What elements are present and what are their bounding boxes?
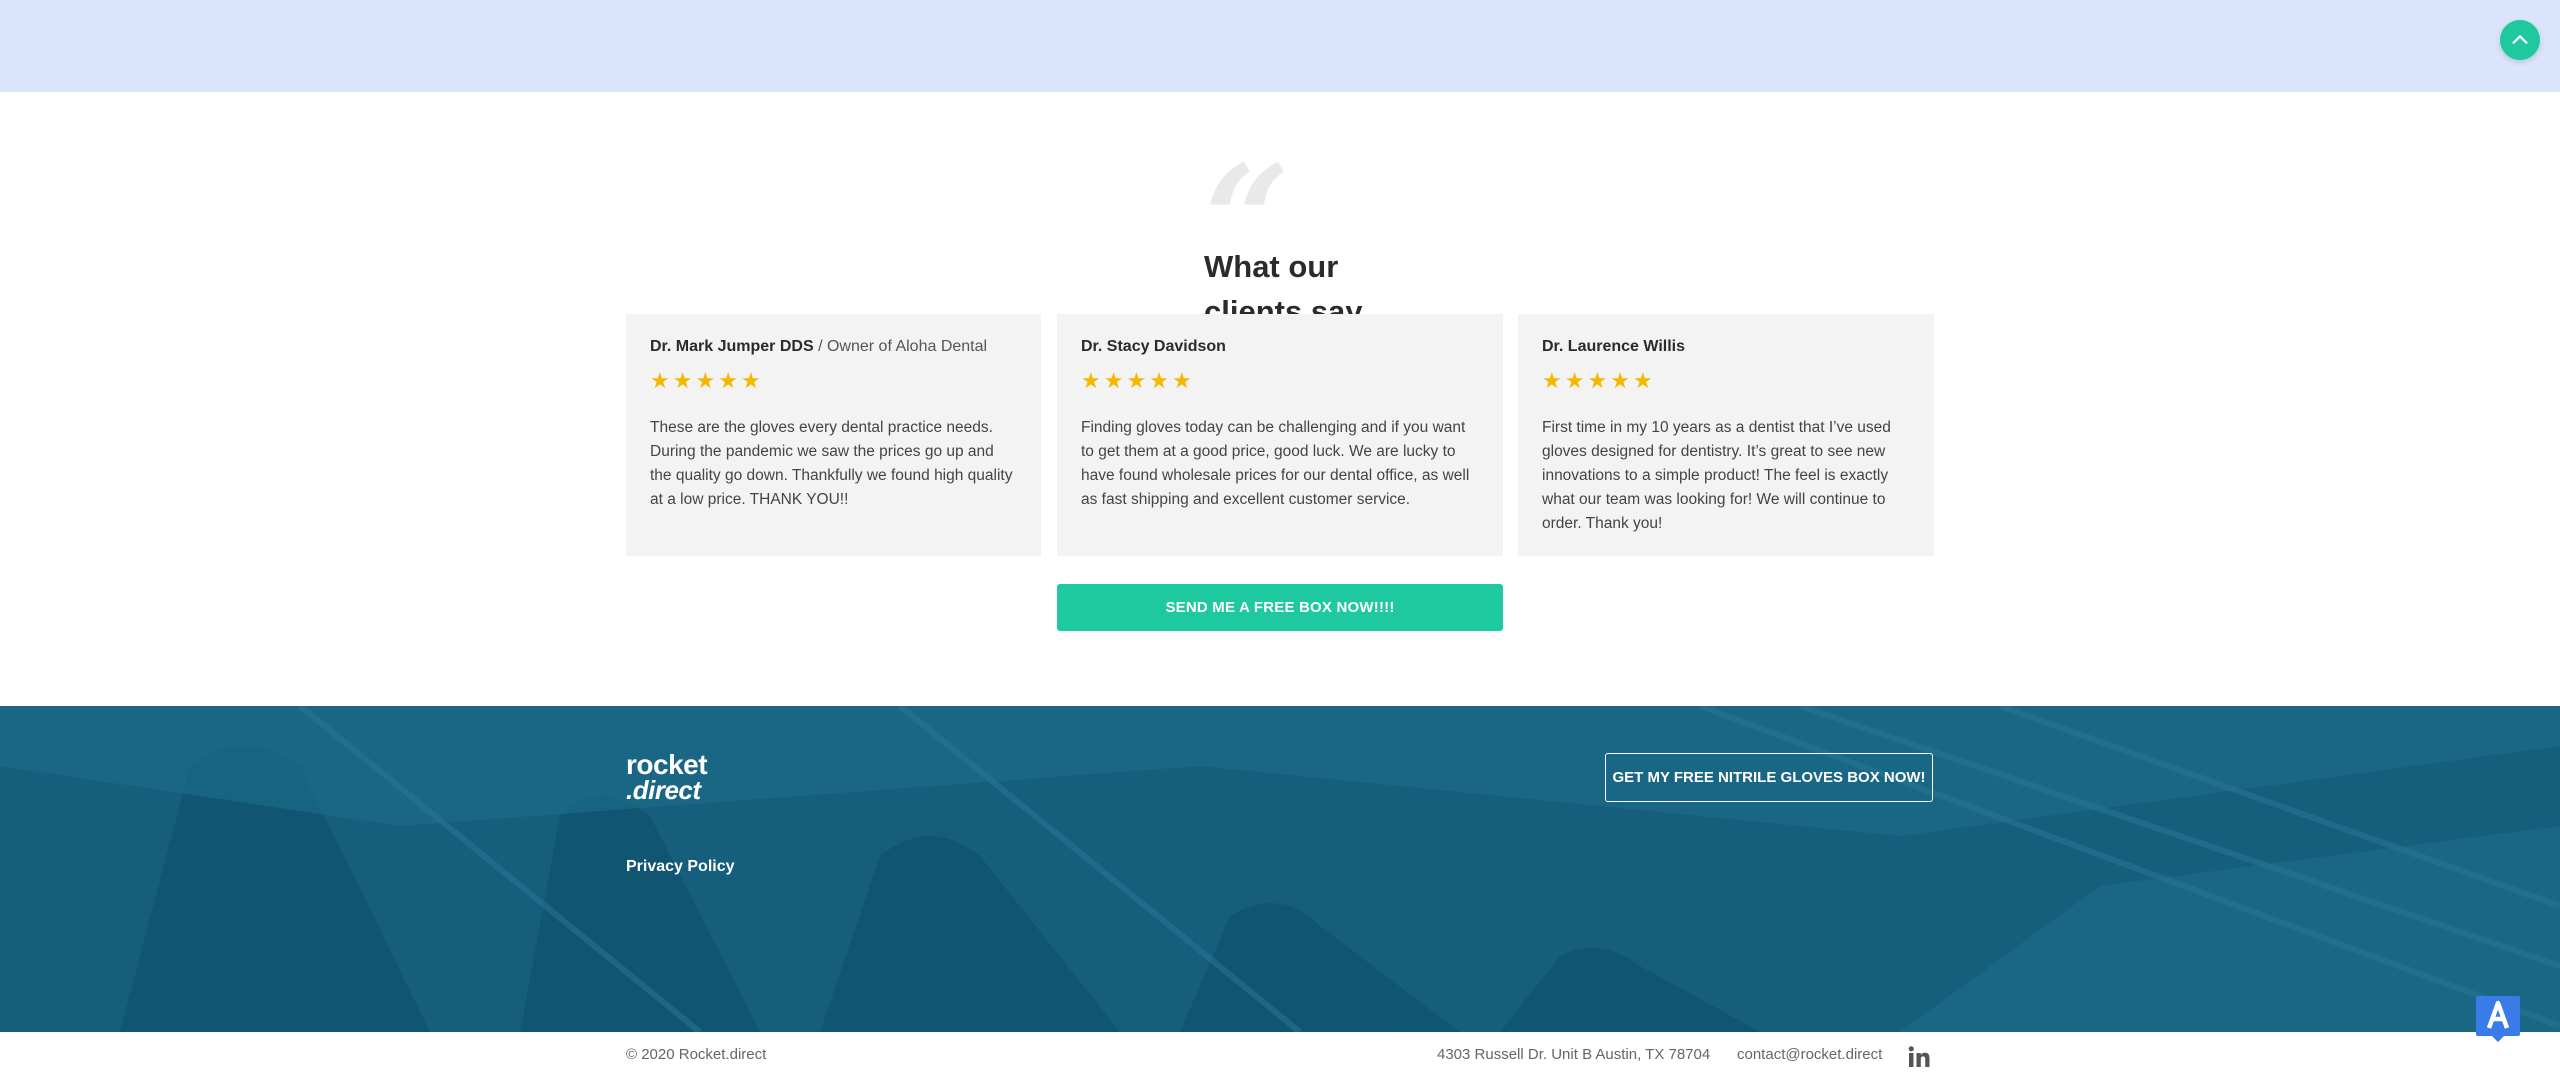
footer: rocket .direct Privacy Policy GET MY FRE… xyxy=(0,706,2560,1032)
testimonial-text: First time in my 10 years as a dentist t… xyxy=(1542,419,1891,532)
testimonial-text: These are the gloves every dental practi… xyxy=(650,419,1013,508)
privacy-policy-link[interactable]: Privacy Policy xyxy=(626,858,735,876)
star-icon: ★ xyxy=(740,368,761,393)
testimonial-card: Dr. Stacy Davidson ★ ★ ★ ★ ★ Finding gloves … xyxy=(1057,314,1503,556)
linkedin-icon[interactable] xyxy=(1906,1044,1932,1070)
testimonial-card: Dr. Laurence Willis ★ ★ ★ ★ ★ First time in … xyxy=(1518,314,1934,556)
star-icon: ★ xyxy=(695,368,716,393)
testimonial-author: Dr. Stacy Davidson xyxy=(1081,338,1479,356)
copyright-text: © 2020 Rocket.direct xyxy=(626,1046,767,1063)
star-icon: ★ xyxy=(1542,368,1562,393)
accessibility-badge-icon[interactable] xyxy=(2474,994,2522,1044)
star-icon: ★ xyxy=(1564,368,1585,393)
star-rating: ★ ★ ★ ★ ★ xyxy=(1081,370,1479,392)
testimonial-author: Dr. Mark Jumper DDS / Owner of Aloha Den… xyxy=(650,338,1017,356)
star-icon: ★ xyxy=(718,368,738,393)
logo-line-2: .direct xyxy=(626,775,701,805)
send-free-box-button[interactable]: SEND ME A FREE BOX NOW!!!! xyxy=(1057,584,1503,631)
author-separator: / xyxy=(818,338,823,355)
star-icon: ★ xyxy=(1126,368,1147,393)
star-icon: ★ xyxy=(1171,368,1192,393)
rocket-direct-logo[interactable]: rocket .direct xyxy=(626,751,716,806)
star-rating: ★ ★ ★ ★ ★ xyxy=(650,370,1017,392)
scroll-to-top-button[interactable] xyxy=(2500,20,2540,60)
star-icon: ★ xyxy=(650,368,670,393)
testimonial-cards: Dr. Mark Jumper DDS / Owner of Aloha Den… xyxy=(626,314,1934,558)
footer-background-image xyxy=(0,706,2560,1032)
testimonial-author: Dr. Laurence Willis xyxy=(1542,338,1910,356)
address-text: 4303 Russell Dr. Unit B Austin, TX 78704 xyxy=(1437,1046,1711,1063)
star-icon: ★ xyxy=(1610,368,1630,393)
chevron-up-icon xyxy=(2512,35,2528,44)
star-icon: ★ xyxy=(1149,368,1169,393)
star-icon: ★ xyxy=(1632,368,1653,393)
star-icon: ★ xyxy=(672,368,693,393)
testimonials-section: “ What our clients say Dr. Mark Jumper D… xyxy=(0,92,2560,706)
star-rating: ★ ★ ★ ★ ★ xyxy=(1542,370,1910,392)
author-name: Dr. Mark Jumper DDS xyxy=(650,338,814,355)
testimonials-heading-block: “ What our clients say xyxy=(1204,146,1404,329)
email-link[interactable]: contact@rocket.direct xyxy=(1737,1046,1882,1063)
get-free-gloves-button[interactable]: GET MY FREE NITRILE GLOVES BOX NOW! xyxy=(1605,753,1933,802)
author-role: Owner of Aloha Dental xyxy=(826,338,988,355)
star-icon: ★ xyxy=(1587,368,1608,393)
testimonial-card: Dr. Mark Jumper DDS / Owner of Aloha Den… xyxy=(626,314,1041,556)
author-name: Dr. Laurence Willis xyxy=(1542,338,1686,355)
bottom-bar: © 2020 Rocket.direct 4303 Russell Dr. Un… xyxy=(0,1032,2560,1080)
star-icon: ★ xyxy=(1081,368,1101,393)
star-icon: ★ xyxy=(1103,368,1124,393)
testimonial-text: Finding gloves today can be challenging … xyxy=(1081,419,1470,508)
top-band xyxy=(0,0,2560,92)
author-name: Dr. Stacy Davidson xyxy=(1081,338,1226,355)
